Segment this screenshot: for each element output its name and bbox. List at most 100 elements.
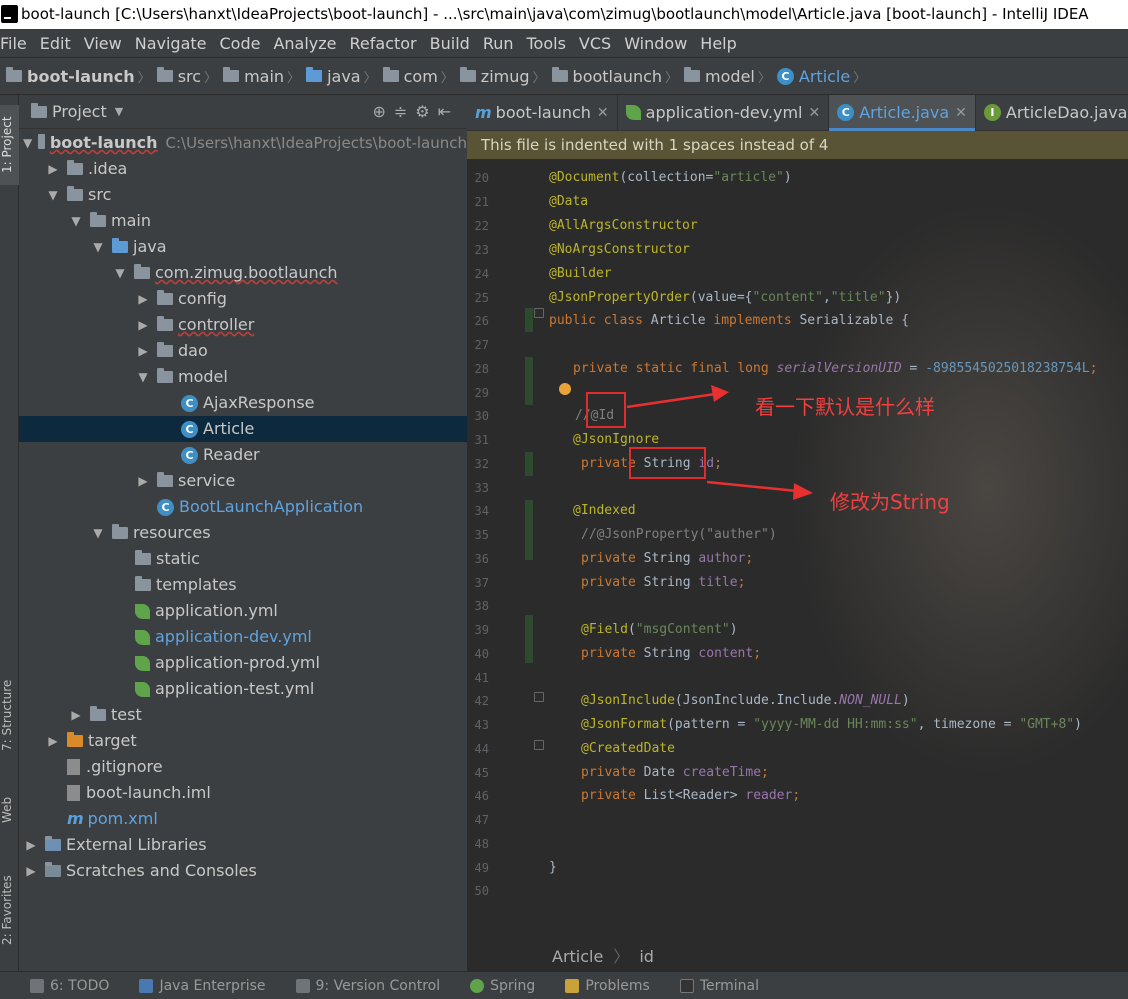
tree-item-model[interactable]: ▼ model: [19, 364, 467, 390]
menu-window[interactable]: Window: [624, 34, 687, 53]
editor-breadcrumb-class[interactable]: Article: [552, 947, 603, 966]
tree-item-reader[interactable]: C Reader: [19, 442, 467, 468]
code-line[interactable]: @CreatedDate: [581, 741, 675, 756]
tree-item-application-yml[interactable]: application.yml: [19, 598, 467, 624]
code-line[interactable]: private String title;: [581, 575, 745, 590]
close-icon[interactable]: ✕: [955, 105, 967, 121]
code-line[interactable]: @Field("msgContent"): [581, 622, 738, 637]
menu-run[interactable]: Run: [483, 34, 514, 53]
tree-item-external-libraries[interactable]: ▶ External Libraries: [19, 832, 467, 858]
code-line[interactable]: private Date createTime;: [581, 765, 769, 780]
breadcrumb-main[interactable]: main 〉: [223, 67, 300, 86]
web-tool-tab[interactable]: Web: [0, 785, 19, 835]
code-line[interactable]: @JsonInclude(JsonInclude.Include.NON_NUL…: [581, 693, 910, 708]
tree-item-package[interactable]: ▼ com.zimug.bootlaunch: [19, 260, 467, 286]
code-line[interactable]: private String author;: [581, 551, 753, 566]
todo-tool-button[interactable]: 6: TODO: [30, 978, 109, 994]
tree-item-ajaxresponse[interactable]: C AjaxResponse: [19, 390, 467, 416]
close-icon[interactable]: ✕: [809, 105, 821, 121]
code-line[interactable]: private List<Reader> reader;: [581, 788, 800, 803]
code-line[interactable]: }: [549, 860, 557, 875]
code-line[interactable]: @Data: [549, 194, 588, 209]
breadcrumb-src[interactable]: src 〉: [156, 67, 217, 86]
tab-article-java[interactable]: C Article.java ✕: [829, 95, 976, 131]
code-line[interactable]: private String content;: [581, 646, 761, 661]
breadcrumb-java[interactable]: java 〉: [306, 67, 377, 86]
tree-item-src[interactable]: ▼ src: [19, 182, 467, 208]
tree-item-pom[interactable]: m pom.xml: [19, 806, 467, 832]
code-line[interactable]: private static final long serialVersionU…: [573, 361, 1097, 376]
code-line[interactable]: @NoArgsConstructor: [549, 242, 690, 257]
tree-item-root[interactable]: ▼ boot-launch C:\Users\hanxt\IdeaProjects\…: [19, 130, 467, 156]
menu-file[interactable]: File: [0, 34, 27, 53]
tree-item-target[interactable]: ▶ target: [19, 728, 467, 754]
tree-item-gitignore[interactable]: .gitignore: [19, 754, 467, 780]
tree-item-config[interactable]: ▶ config: [19, 286, 467, 312]
tree-item-main[interactable]: ▼ main: [19, 208, 467, 234]
tree-item-bootlaunchapplication[interactable]: C BootLaunchApplication: [19, 494, 467, 520]
project-view-selector[interactable]: Project: [52, 102, 107, 121]
tree-item-static[interactable]: static: [19, 546, 467, 572]
java-enterprise-tool-button[interactable]: Java Enterprise: [139, 978, 266, 994]
tree-item-idea[interactable]: ▶ .idea: [19, 156, 467, 182]
code-line[interactable]: @Document(collection="article"): [549, 170, 792, 185]
tree-item-application-test-yml[interactable]: application-test.yml: [19, 676, 467, 702]
tab-application-dev-yml[interactable]: application-dev.yml ✕: [618, 95, 830, 131]
terminal-tool-button[interactable]: Terminal: [679, 978, 759, 994]
code-line[interactable]: @Builder: [549, 266, 612, 281]
code-line[interactable]: public class Article implements Serializ…: [549, 313, 909, 328]
menu-help[interactable]: Help: [700, 34, 736, 53]
menu-vcs[interactable]: VCS: [579, 34, 611, 53]
fold-marker[interactable]: [534, 692, 544, 702]
tree-item-iml[interactable]: boot-launch.iml: [19, 780, 467, 806]
menu-analyze[interactable]: Analyze: [273, 34, 336, 53]
breadcrumb-model[interactable]: model 〉: [684, 67, 771, 86]
tree-item-application-prod-yml[interactable]: application-prod.yml: [19, 650, 467, 676]
breadcrumb-boot-launch[interactable]: boot-launch 〉: [6, 67, 151, 86]
code-line[interactable]: //@JsonProperty("auther"): [581, 527, 777, 542]
fold-marker[interactable]: [534, 308, 544, 318]
menu-tools[interactable]: Tools: [527, 34, 566, 53]
tree-item-service[interactable]: ▶ service: [19, 468, 467, 494]
code-line[interactable]: @JsonFormat(pattern = "yyyy-MM-dd HH:mm:…: [581, 717, 1082, 732]
chevron-down-icon[interactable]: ▼: [115, 105, 123, 118]
breadcrumb-bootlaunch[interactable]: bootlaunch 〉: [551, 67, 678, 86]
breadcrumb-article[interactable]: C Article 〉: [776, 67, 866, 86]
menu-refactor[interactable]: Refactor: [350, 34, 417, 53]
collapse-all-icon[interactable]: ≑: [394, 102, 415, 121]
tree-item-scratches[interactable]: ▶ Scratches and Consoles: [19, 858, 467, 884]
problems-tool-button[interactable]: Problems: [565, 978, 650, 994]
tree-item-article[interactable]: C Article: [19, 416, 467, 442]
code-line[interactable]: @JsonIgnore: [573, 432, 659, 447]
menu-code[interactable]: Code: [220, 34, 261, 53]
breadcrumb-zimug[interactable]: zimug 〉: [459, 67, 546, 86]
menu-edit[interactable]: Edit: [40, 34, 71, 53]
hide-icon[interactable]: ⇤: [438, 102, 459, 121]
menu-build[interactable]: Build: [430, 34, 470, 53]
spring-tool-button[interactable]: Spring: [470, 978, 535, 994]
tree-item-test[interactable]: ▶ test: [19, 702, 467, 728]
tree-item-dao[interactable]: ▶ dao: [19, 338, 467, 364]
editor-breadcrumb-field[interactable]: id: [639, 947, 654, 966]
project-tool-tab[interactable]: 1: Project: [0, 105, 19, 185]
code-line[interactable]: @Indexed: [573, 503, 636, 518]
favorites-tool-tab[interactable]: 2: Favorites: [0, 865, 19, 955]
tab-articledao-java[interactable]: IArticleDao.java✕: [976, 95, 1128, 131]
tree-item-resources[interactable]: ▼ resources: [19, 520, 467, 546]
version-control-tool-button[interactable]: 9: Version Control: [295, 978, 440, 994]
fold-marker[interactable]: [534, 740, 544, 750]
locate-icon[interactable]: ⊕: [372, 102, 393, 121]
close-icon[interactable]: ✕: [597, 105, 609, 121]
tab-boot-launch[interactable]: m boot-launch ✕: [467, 95, 618, 131]
code-line[interactable]: @JsonPropertyOrder(value={"content","tit…: [549, 290, 901, 305]
gear-icon[interactable]: ⚙: [415, 102, 437, 121]
menu-view[interactable]: View: [84, 34, 122, 53]
tree-item-java[interactable]: ▼ java: [19, 234, 467, 260]
breadcrumb-com[interactable]: com 〉: [382, 67, 454, 86]
lightbulb-icon[interactable]: [559, 383, 571, 395]
structure-tool-tab[interactable]: 7: Structure: [0, 665, 19, 765]
tree-item-application-dev-yml[interactable]: application-dev.yml: [19, 624, 467, 650]
code-line[interactable]: @AllArgsConstructor: [549, 218, 698, 233]
tree-item-templates[interactable]: templates: [19, 572, 467, 598]
tree-item-controller[interactable]: ▶ controller: [19, 312, 467, 338]
